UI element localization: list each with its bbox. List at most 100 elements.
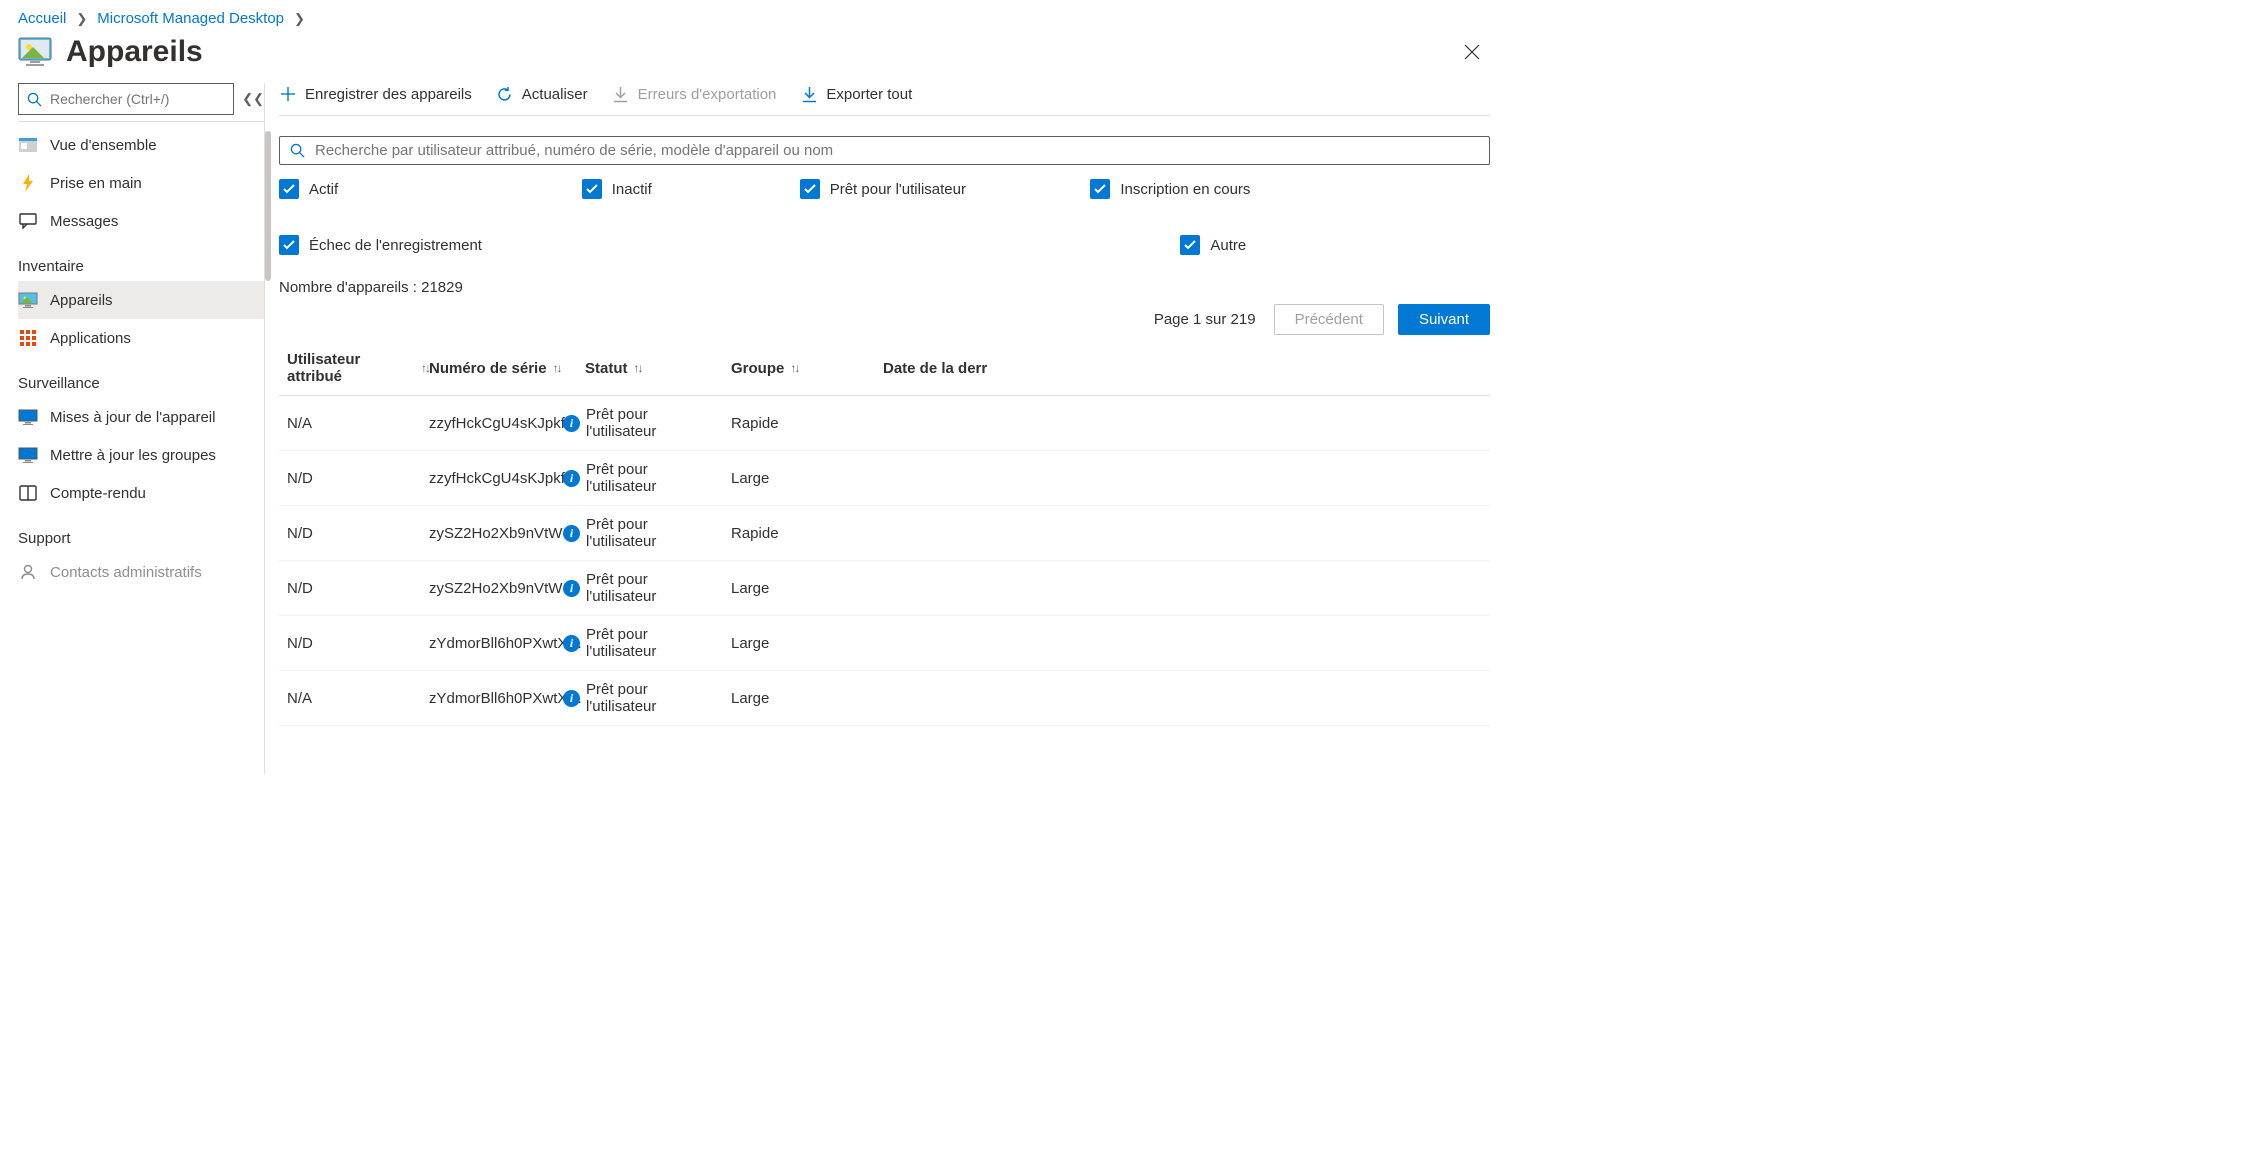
toolbar: Enregistrer des appareils Actualiser Err… [279, 83, 1490, 116]
breadcrumb-home[interactable]: Accueil [18, 10, 66, 27]
scrollbar[interactable] [265, 131, 271, 281]
sort-icon: ↑↓ [421, 361, 429, 375]
person-icon [18, 562, 38, 582]
table-row[interactable]: N/DzySZ2Ho2Xb9nVtWHA…iPrêt pour l'utilis… [279, 561, 1490, 616]
th-serial[interactable]: Numéro de série ↑↓ [429, 351, 585, 385]
cell-group: Large [709, 580, 861, 597]
checkbox-icon [1090, 179, 1110, 199]
page-info: Page 1 sur 219 [1154, 311, 1256, 328]
cell-serial: zzyfHckCgU4sKJpkfmS… [429, 415, 585, 432]
cell-status: iPrêt pour l'utilisateur [563, 681, 709, 715]
grid-icon [18, 328, 38, 348]
filter-chk-active[interactable]: Actif [279, 179, 582, 199]
sort-icon: ↑↓ [634, 361, 642, 375]
filter-search-input[interactable] [315, 142, 1479, 159]
plus-icon [279, 85, 297, 103]
cell-user: N/D [279, 580, 429, 597]
filter-chk-failed[interactable]: Échec de l'enregistrement [279, 235, 1090, 255]
table-row[interactable]: N/AzzyfHckCgU4sKJpkfmS…iPrêt pour l'util… [279, 396, 1490, 451]
sidebar-item-messages[interactable]: Messages [18, 202, 264, 240]
download-icon [800, 85, 818, 103]
overview-icon [18, 135, 38, 155]
sidebar-section-support: Support [18, 512, 264, 553]
devices-table: Utilisateur attribué ↑↓ Numéro de série … [279, 341, 1490, 726]
sidebar-item-label: Applications [50, 330, 131, 347]
book-icon [18, 483, 38, 503]
chevron-right-icon: ❯ [76, 11, 87, 27]
cell-group: Rapide [709, 525, 861, 542]
cell-status: iPrêt pour l'utilisateur [563, 516, 709, 550]
refresh-icon [496, 85, 514, 103]
sidebar-item-update-groups[interactable]: Mettre à jour les groupes [18, 436, 264, 474]
info-icon: i [563, 525, 580, 542]
sidebar-item-label: Prise en main [50, 175, 142, 192]
filter-checks: Actif Inactif Prêt pour l'utilisateur In… [279, 179, 1490, 255]
sidebar-item-devices[interactable]: Appareils [18, 281, 264, 319]
filter-search[interactable] [279, 136, 1490, 165]
bolt-icon [18, 173, 38, 193]
cell-serial: zYdmorBll6h0PXwtXR… [429, 635, 585, 652]
sidebar-item-quickstart[interactable]: Prise en main [18, 164, 264, 202]
breadcrumb: Accueil ❯ Microsoft Managed Desktop ❯ [0, 0, 1504, 33]
next-button[interactable]: Suivant [1398, 304, 1490, 335]
checkbox-icon [800, 179, 820, 199]
cell-group: Large [709, 470, 861, 487]
checkbox-icon [279, 235, 299, 255]
monitor-blue-icon [18, 445, 38, 465]
search-icon [290, 143, 305, 158]
chevron-right-icon: ❯ [294, 11, 305, 27]
sidebar-item-label: Mettre à jour les groupes [50, 447, 216, 464]
checkbox-icon [582, 179, 602, 199]
export-all-button[interactable]: Exporter tout [800, 85, 912, 103]
sidebar-item-label: Appareils [50, 292, 113, 309]
filter-chk-ready[interactable]: Prêt pour l'utilisateur [800, 179, 1091, 199]
sidebar-section-monitoring: Surveillance [18, 357, 264, 398]
filter-chk-other[interactable]: Autre [1180, 235, 1246, 255]
sidebar-item-admin-contacts[interactable]: Contacts administratifs [18, 553, 264, 591]
cell-serial: zYdmorBll6h0PXwtXR… [429, 690, 585, 707]
table-row[interactable]: N/DzySZ2Ho2Xb9nVtWHA…iPrêt pour l'utilis… [279, 506, 1490, 561]
refresh-button[interactable]: Actualiser [496, 85, 588, 103]
filter-chk-enrolling[interactable]: Inscription en cours [1090, 179, 1250, 199]
info-icon: i [563, 470, 580, 487]
collapse-sidebar-icon[interactable]: ❮❮ [242, 91, 264, 107]
sidebar-item-overview[interactable]: Vue d'ensemble [18, 126, 264, 164]
sidebar-item-label: Contacts administratifs [50, 564, 202, 581]
th-group[interactable]: Groupe ↑↓ [731, 351, 883, 385]
th-date[interactable]: Date de la derr [883, 351, 1490, 385]
table-header: Utilisateur attribué ↑↓ Numéro de série … [279, 341, 1490, 396]
register-devices-button[interactable]: Enregistrer des appareils [279, 85, 472, 103]
filter-chk-inactive[interactable]: Inactif [582, 179, 800, 199]
cell-user: N/D [279, 525, 429, 542]
sidebar-search[interactable] [18, 83, 234, 115]
breadcrumb-mmd[interactable]: Microsoft Managed Desktop [97, 10, 284, 27]
checkbox-icon [279, 179, 299, 199]
prev-button: Précédent [1274, 304, 1384, 335]
table-row[interactable]: N/AzYdmorBll6h0PXwtXR…iPrêt pour l'utili… [279, 671, 1490, 726]
page-title: Appareils [66, 35, 203, 69]
sidebar-search-input[interactable] [50, 91, 225, 107]
info-icon: i [563, 415, 580, 432]
close-icon[interactable] [1460, 40, 1484, 64]
sidebar-item-applications[interactable]: Applications [18, 319, 264, 357]
cell-status: iPrêt pour l'utilisateur [563, 406, 709, 440]
cell-status: iPrêt pour l'utilisateur [563, 626, 709, 660]
cell-serial: zySZ2Ho2Xb9nVtWHA… [429, 525, 585, 542]
table-row[interactable]: N/DzzyfHckCgU4sKJpkfmS…iPrêt pour l'util… [279, 451, 1490, 506]
th-status[interactable]: Statut ↑↓ [585, 351, 731, 385]
th-user[interactable]: Utilisateur attribué ↑↓ [279, 351, 429, 385]
cell-group: Large [709, 690, 861, 707]
monitor-blue-icon [18, 407, 38, 427]
page-header: Appareils [0, 33, 1504, 83]
sidebar-item-reporting[interactable]: Compte-rendu [18, 474, 264, 512]
cell-status: iPrêt pour l'utilisateur [563, 461, 709, 495]
cell-user: N/A [279, 690, 429, 707]
cell-user: N/D [279, 470, 429, 487]
checkbox-icon [1180, 235, 1200, 255]
table-row[interactable]: N/DzYdmorBll6h0PXwtXR…iPrêt pour l'utili… [279, 616, 1490, 671]
sidebar-item-device-updates[interactable]: Mises à jour de l'appareil [18, 398, 264, 436]
sort-icon: ↑↓ [553, 361, 561, 375]
sort-icon: ↑↓ [790, 361, 798, 375]
info-icon: i [563, 635, 580, 652]
info-icon: i [563, 580, 580, 597]
